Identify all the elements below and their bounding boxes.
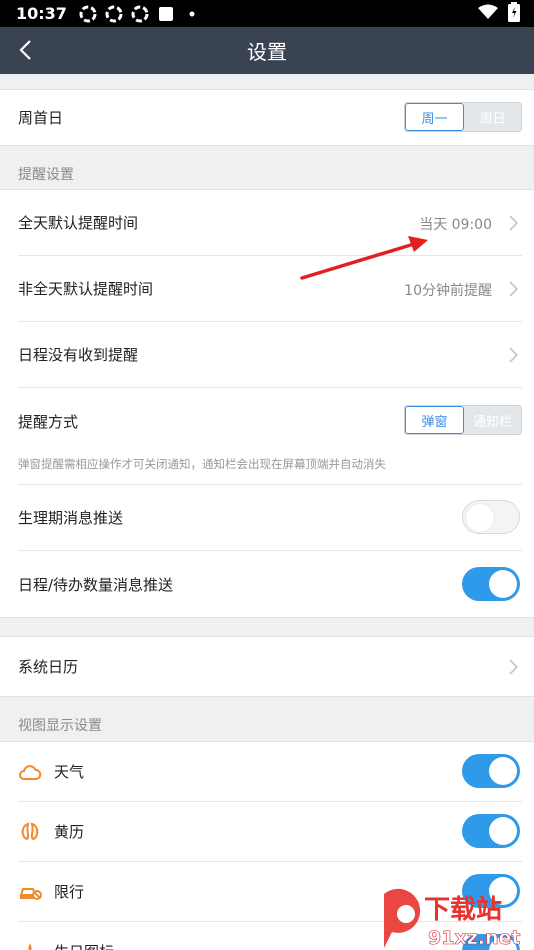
chevron-right-icon	[509, 659, 519, 675]
count-push-label: 日程/待办数量消息推送	[18, 575, 174, 594]
back-button[interactable]	[10, 35, 40, 65]
svg-text:下载站: 下载站	[424, 895, 502, 925]
reminder-section-header: 提醒设置	[18, 167, 74, 183]
chevron-right-icon	[509, 281, 519, 297]
cloud-icon	[18, 760, 42, 784]
page-title: 设置	[247, 40, 287, 64]
period-push-row: 生理期消息推送	[0, 485, 534, 550]
reminder-method-row: 提醒方式 弹窗 通知栏	[0, 388, 534, 454]
traffic-restriction-label: 限行	[54, 883, 85, 901]
chevron-right-icon	[509, 215, 519, 231]
reminder-not-received-label: 日程没有收到提醒	[18, 346, 139, 364]
notification-icon	[131, 5, 149, 23]
chevron-left-icon	[19, 40, 31, 60]
svg-text:91xz.net: 91xz.net	[428, 927, 520, 949]
count-push-row: 日程/待办数量消息推送	[0, 551, 534, 617]
week-start-row: 周首日 周一 周日	[0, 89, 534, 145]
car-icon	[18, 880, 42, 904]
chevron-right-icon	[509, 347, 519, 363]
notification-icon	[105, 5, 123, 23]
status-time: 10:37	[16, 4, 67, 23]
period-push-toggle[interactable]	[462, 500, 520, 534]
system-calendar-row[interactable]: 系统日历	[0, 637, 534, 696]
app-square-icon	[157, 5, 175, 23]
birthday-icon-label: 生日图标	[54, 941, 114, 950]
non-all-day-reminder-value: 10分钟前提醒	[404, 283, 492, 299]
weather-row: 天气	[0, 742, 534, 801]
birthday-icon	[18, 940, 42, 950]
almanac-label: 黄历	[54, 823, 85, 841]
all-day-reminder-row[interactable]: 全天默认提醒时间 当天 09:00	[0, 190, 534, 255]
week-start-label: 周首日	[18, 108, 64, 127]
method-notification-bar-option[interactable]: 通知栏	[464, 406, 521, 434]
watermark: 下载站 91xz.net	[378, 884, 528, 950]
view-section-header: 视图显示设置	[18, 718, 102, 734]
almanac-row: 黄历	[0, 802, 534, 861]
reminder-not-received-row[interactable]: 日程没有收到提醒	[0, 322, 534, 387]
almanac-icon	[18, 820, 42, 844]
method-popup-option[interactable]: 弹窗	[405, 406, 464, 434]
count-push-toggle[interactable]	[462, 567, 520, 601]
status-bar: 10:37	[0, 0, 534, 27]
reminder-method-label: 提醒方式	[18, 412, 79, 431]
all-day-reminder-value: 当天 09:00	[419, 217, 492, 233]
wifi-icon	[478, 4, 498, 24]
title-bar: 设置	[0, 27, 534, 74]
non-all-day-reminder-label: 非全天默认提醒时间	[18, 280, 154, 298]
week-start-monday-option[interactable]: 周一	[405, 103, 464, 131]
battery-icon	[508, 1, 520, 26]
reminder-method-note: 弹窗提醒需相应操作才可关闭通知，通知栏会出现在屏幕顶端并自动消失	[18, 457, 386, 471]
reminder-method-segmented: 弹窗 通知栏	[404, 405, 522, 435]
watermark-logo-icon: 下载站 91xz.net	[384, 888, 521, 949]
all-day-reminder-label: 全天默认提醒时间	[18, 214, 139, 232]
notification-icon	[79, 5, 97, 23]
more-dot-icon	[183, 5, 201, 23]
weather-toggle[interactable]	[462, 754, 520, 788]
week-start-sunday-option[interactable]: 周日	[464, 103, 521, 131]
week-start-segmented: 周一 周日	[404, 102, 522, 132]
system-calendar-label: 系统日历	[18, 658, 79, 676]
almanac-toggle[interactable]	[462, 814, 520, 848]
non-all-day-reminder-row[interactable]: 非全天默认提醒时间 10分钟前提醒	[0, 256, 534, 321]
period-push-label: 生理期消息推送	[18, 509, 124, 527]
weather-label: 天气	[54, 763, 85, 781]
